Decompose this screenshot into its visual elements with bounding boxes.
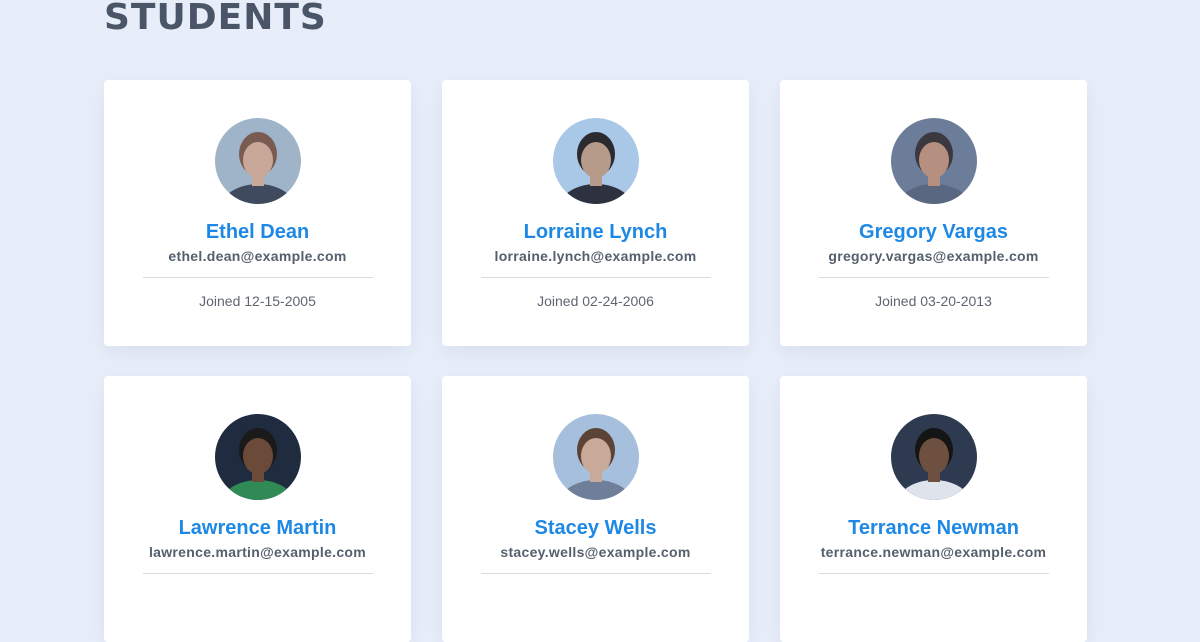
- student-name[interactable]: Lawrence Martin: [104, 515, 411, 541]
- joined-date: Joined 03-20-2013: [875, 293, 992, 309]
- student-email: stacey.wells@example.com: [500, 544, 691, 560]
- student-card[interactable]: Lawrence Martin lawrence.martin@example.…: [104, 376, 411, 642]
- student-name[interactable]: Ethel Dean: [104, 219, 411, 245]
- student-email: gregory.vargas@example.com: [828, 248, 1039, 264]
- student-name[interactable]: Gregory Vargas: [780, 219, 1087, 245]
- avatar-portrait: [214, 118, 301, 204]
- student-avatar: [552, 118, 639, 204]
- card-divider: [480, 573, 711, 574]
- student-avatar: [890, 118, 977, 204]
- avatar-portrait: [552, 118, 639, 204]
- student-name[interactable]: Lorraine Lynch: [442, 219, 749, 245]
- student-card[interactable]: Terrance Newman terrance.newman@example.…: [780, 376, 1087, 642]
- student-grid: Ethel Dean ethel.dean@example.com Joined…: [104, 80, 1087, 642]
- student-avatar: [214, 118, 301, 204]
- student-email: terrance.newman@example.com: [820, 544, 1047, 560]
- avatar-portrait: [890, 118, 977, 204]
- avatar-portrait: [890, 414, 977, 500]
- student-card[interactable]: Lorraine Lynch lorraine.lynch@example.co…: [442, 80, 749, 346]
- student-name[interactable]: Terrance Newman: [780, 515, 1087, 541]
- student-email: lorraine.lynch@example.com: [494, 248, 697, 264]
- avatar-portrait: [214, 414, 301, 500]
- student-name[interactable]: Stacey Wells: [442, 515, 749, 541]
- student-card[interactable]: Ethel Dean ethel.dean@example.com Joined…: [104, 80, 411, 346]
- student-email: ethel.dean@example.com: [168, 248, 347, 264]
- avatar-portrait: [552, 414, 639, 500]
- student-card[interactable]: Gregory Vargas gregory.vargas@example.co…: [780, 80, 1087, 346]
- student-avatar: [552, 414, 639, 500]
- card-divider: [142, 277, 373, 278]
- joined-date: Joined 02-24-2006: [537, 293, 654, 309]
- joined-date: Joined 12-15-2005: [199, 293, 316, 309]
- card-divider: [818, 573, 1049, 574]
- card-divider: [142, 573, 373, 574]
- page-title: STUDENTS: [104, 0, 327, 38]
- card-divider: [480, 277, 711, 278]
- student-avatar: [890, 414, 977, 500]
- student-card[interactable]: Stacey Wells stacey.wells@example.com: [442, 376, 749, 642]
- student-avatar: [214, 414, 301, 500]
- card-divider: [818, 277, 1049, 278]
- student-email: lawrence.martin@example.com: [148, 544, 367, 560]
